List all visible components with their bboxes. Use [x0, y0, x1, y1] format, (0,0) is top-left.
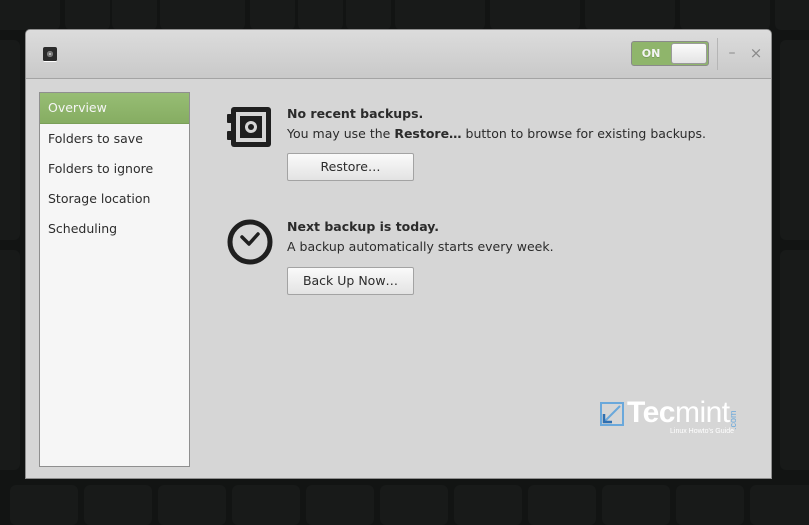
- restore-description: You may use the Restore… button to brows…: [287, 126, 706, 141]
- sidebar-item-storage-location[interactable]: Storage location: [40, 184, 189, 214]
- watermark-brand: Tecmint: [627, 396, 730, 430]
- titlebar[interactable]: ON – ×: [26, 30, 771, 79]
- minimize-icon: –: [728, 45, 736, 61]
- close-icon: ×: [749, 44, 763, 62]
- sidebar-item-overview[interactable]: Overview: [40, 93, 189, 124]
- restore-desc-prefix: You may use the: [287, 126, 395, 141]
- watermark-tagline: Linux Howto's Guide: [670, 428, 734, 435]
- tecmint-logo-icon: [600, 402, 624, 426]
- restore-title: No recent backups.: [287, 106, 424, 121]
- restore-button[interactable]: Restore…: [287, 153, 414, 181]
- tecmint-watermark: Tecmint .com Linux Howto's Guide: [600, 396, 750, 440]
- backup-toggle-switch[interactable]: ON: [631, 41, 709, 66]
- schedule-title: Next backup is today.: [287, 219, 440, 234]
- safe-icon: [227, 107, 271, 147]
- backups-window: ON – × Overview Folders to save Folders …: [25, 29, 772, 479]
- sidebar: Overview Folders to save Folders to igno…: [39, 92, 190, 467]
- switch-knob[interactable]: [671, 43, 707, 64]
- sidebar-item-scheduling[interactable]: Scheduling: [40, 214, 189, 244]
- app-icon: [43, 47, 57, 62]
- watermark-brand-rest: mint: [674, 396, 730, 429]
- sidebar-item-folders-to-save[interactable]: Folders to save: [40, 124, 189, 154]
- close-button[interactable]: ×: [748, 44, 764, 62]
- clock-icon: [227, 219, 273, 265]
- sidebar-item-folders-to-ignore[interactable]: Folders to ignore: [40, 154, 189, 184]
- watermark-brand-bold: Tec: [627, 396, 675, 429]
- schedule-description: A backup automatically starts every week…: [287, 239, 554, 254]
- switch-label: ON: [641, 47, 661, 60]
- back-up-now-button[interactable]: Back Up Now…: [287, 267, 414, 295]
- titlebar-separator: [717, 38, 718, 70]
- minimize-button[interactable]: –: [724, 44, 740, 62]
- restore-desc-suffix: button to browse for existing backups.: [461, 126, 706, 141]
- restore-desc-bold: Restore…: [394, 126, 462, 141]
